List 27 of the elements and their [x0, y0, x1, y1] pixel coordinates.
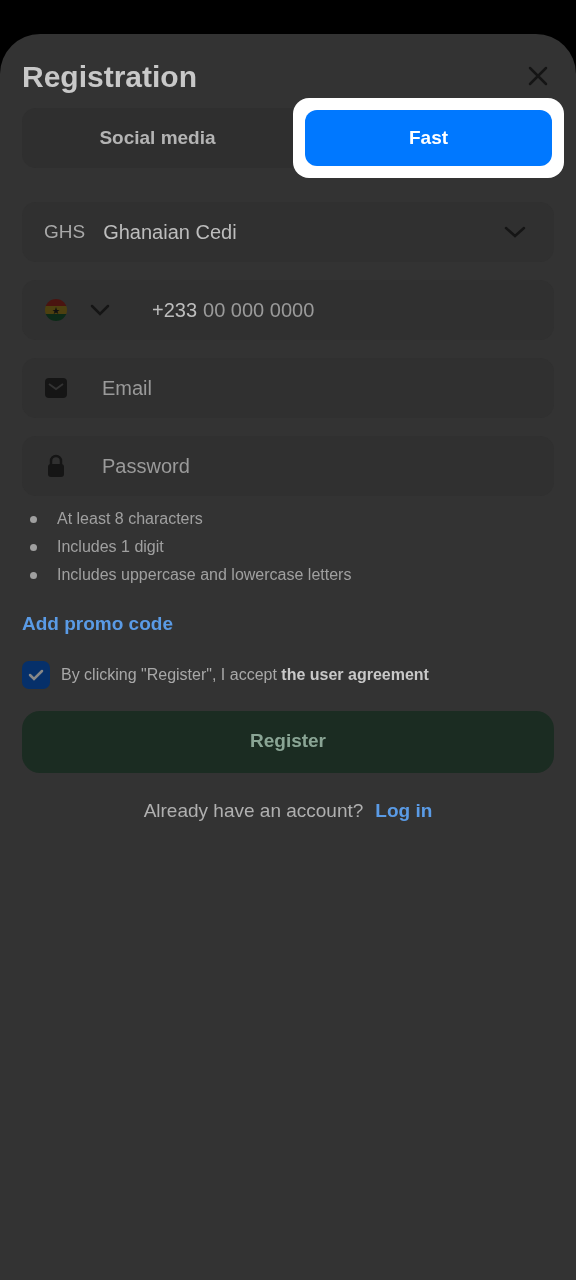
currency-code: GHS: [44, 219, 86, 244]
phone-field[interactable]: 00 000 0000: [203, 295, 532, 325]
chevron-down-icon[interactable]: [90, 304, 110, 316]
checkbox[interactable]: [22, 660, 50, 689]
password-requirement: Includes uppercase and lowercase letters: [57, 565, 352, 585]
agreement-text: By clicking "Register", I accept the user agreement: [61, 664, 429, 685]
checkmark-icon: [28, 668, 44, 681]
email-field[interactable]: Email: [102, 373, 532, 403]
login-link[interactable]: Log in: [375, 796, 433, 825]
flag-icon[interactable]: [44, 298, 68, 322]
phone-prefix: +233: [152, 298, 198, 323]
currency-select[interactable]: GHS Ghanaian Cedi: [22, 202, 554, 262]
tab[interactable]: Fast: [305, 110, 552, 166]
bullet-icon: [30, 571, 37, 579]
envelope-icon: [44, 377, 68, 399]
password-requirement: At least 8 characters: [57, 509, 203, 529]
password-requirement: Includes 1 digit: [57, 537, 164, 557]
promo-code-link[interactable]: Add promo code: [22, 610, 173, 639]
dialog-title: Registration: [22, 58, 198, 95]
chevron-down-icon: [504, 226, 526, 238]
password-field[interactable]: Password: [102, 451, 532, 481]
login-prompt: Already have an account?: [143, 798, 364, 823]
tab[interactable]: Social media: [22, 108, 293, 168]
currency-name: Ghanaian Cedi: [103, 220, 237, 245]
bullet-icon: [30, 543, 37, 551]
bullet-icon: [30, 515, 37, 523]
close-icon[interactable]: [528, 66, 548, 86]
